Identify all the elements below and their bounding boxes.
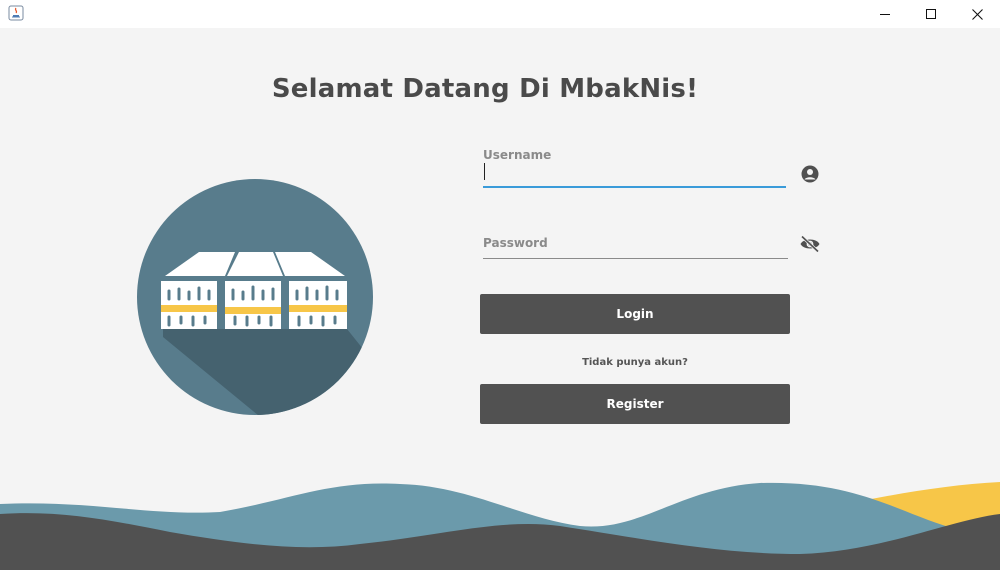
user-circle-icon bbox=[801, 165, 819, 183]
password-input[interactable] bbox=[483, 233, 786, 255]
eye-slash-icon[interactable] bbox=[799, 235, 821, 253]
minimize-icon bbox=[879, 13, 890, 15]
page-title: Selamat Datang Di MbakNis! bbox=[271, 74, 699, 104]
login-button[interactable]: Login bbox=[480, 294, 790, 334]
password-underline bbox=[483, 258, 788, 259]
register-button[interactable]: Register bbox=[480, 384, 790, 424]
no-account-text: Tidak punya akun? bbox=[582, 357, 688, 368]
username-underline bbox=[483, 186, 786, 188]
java-app-icon bbox=[8, 5, 24, 21]
decorative-waves bbox=[0, 482, 1000, 570]
text-caret bbox=[484, 163, 485, 180]
username-label: Username bbox=[483, 148, 552, 162]
username-input[interactable] bbox=[483, 161, 786, 183]
maximize-button[interactable] bbox=[908, 0, 954, 28]
logo bbox=[137, 179, 373, 415]
minimize-button[interactable] bbox=[862, 0, 908, 28]
close-icon bbox=[971, 8, 983, 20]
title-bar bbox=[0, 0, 1000, 28]
close-button[interactable] bbox=[954, 0, 1000, 28]
maximize-icon bbox=[925, 8, 936, 19]
